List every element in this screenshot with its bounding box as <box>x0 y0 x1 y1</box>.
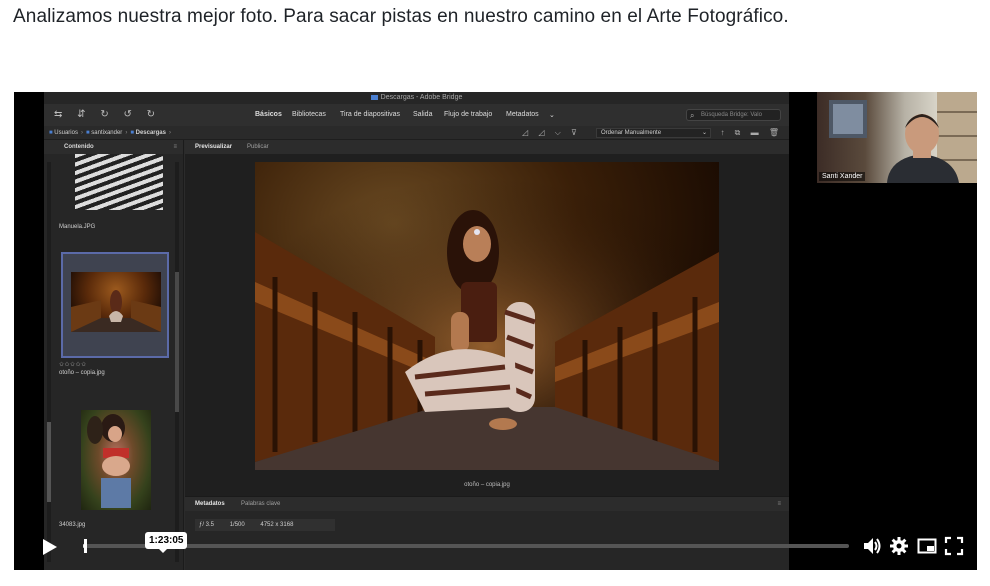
play-icon <box>43 539 57 555</box>
fullscreen-button[interactable] <box>944 536 964 556</box>
fullscreen-icon <box>944 536 964 556</box>
search-placeholder: Búsqueda Bridge: Valo <box>701 112 762 118</box>
search-icon: ⌕ <box>690 111 695 120</box>
tab-previsualizar[interactable]: Previsualizar <box>195 140 232 154</box>
thumbnail-image <box>71 272 161 332</box>
play-button[interactable] <box>40 538 58 556</box>
pip-button[interactable] <box>917 536 937 556</box>
settings-button[interactable] <box>889 536 909 556</box>
picture-in-picture-icon <box>917 538 937 554</box>
tab-metadatos[interactable]: Metadatos <box>195 497 225 511</box>
workspace-tab-salida[interactable]: Salida <box>413 111 432 118</box>
toolbar-right-icons[interactable]: ↑ ⧉ ▬ 🗑 <box>720 126 783 140</box>
video-player[interactable]: Descargas - Adobe Bridge ⇆ ⇵ ↻ ↺ ↻ Básic… <box>14 92 977 570</box>
tab-palabras-clave[interactable]: Palabras clave <box>241 497 280 511</box>
folder-icon: ■ <box>85 130 90 136</box>
breadcrumb-item[interactable]: santixander <box>91 130 122 136</box>
bridge-search-input[interactable]: ⌕ Búsqueda Bridge: Valo <box>686 109 781 121</box>
webcam-name-label: Santi Xander <box>819 172 866 181</box>
bridge-titlebar: Descargas - Adobe Bridge <box>44 92 789 104</box>
breadcrumb-item[interactable]: Usuarios <box>54 130 78 136</box>
workspace-tab-basicos[interactable]: Básicos <box>255 111 282 118</box>
thumbnail-label: Manuela.JPG <box>59 224 96 230</box>
folder-icon: ■ <box>49 130 53 136</box>
seek-bar[interactable]: 1:23:05 <box>83 532 849 553</box>
workspace-tab-flujo[interactable]: Flujo de trabajo <box>444 111 492 118</box>
preview-caption: otoño – copia.jpg <box>464 482 510 488</box>
workspace-tab-metadatos[interactable]: Metadatos <box>506 111 539 118</box>
thumbnail-card[interactable] <box>61 410 169 514</box>
window-title: Descargas - Adobe Bridge <box>380 94 463 101</box>
player-controls: 1:23:05 <box>14 528 977 570</box>
workspace-tab-tira[interactable]: Tira de diapositivas <box>340 111 400 118</box>
page-title: Analizamos nuestra mejor foto. Para saca… <box>13 6 789 27</box>
bridge-window: Descargas - Adobe Bridge ⇆ ⇵ ↻ ↺ ↻ Básic… <box>44 92 789 570</box>
rating-stars[interactable]: ✩✩✩✩✩ <box>59 361 87 368</box>
thumbnail-image <box>75 154 163 210</box>
toolbar-icons[interactable]: ⇆ ⇵ ↻ ↺ ↻ <box>54 109 161 120</box>
workspace-tab-bibliotecas[interactable]: Bibliotecas <box>292 111 326 118</box>
tab-publicar[interactable]: Publicar <box>247 140 269 154</box>
seek-bar-handle[interactable] <box>84 539 88 553</box>
thumbnail-label: otoño – copia.jpg <box>59 370 105 376</box>
preview-panel: Previsualizar Publicar otoño – copia.jpg… <box>185 140 789 570</box>
time-tooltip: 1:23:05 <box>145 532 188 553</box>
thumbnail-image <box>81 410 151 510</box>
workspace-more-chevron-icon[interactable]: ⌄ <box>549 111 555 119</box>
content-panel: Contenido ≡ Manuela.JPG ✩✩✩✩✩ otoño – co… <box>44 140 184 570</box>
preview-tabs: Previsualizar Publicar <box>185 140 789 154</box>
folder-icon: ■ <box>130 130 134 136</box>
webcam-overlay: Santi Xander <box>817 92 977 183</box>
bridge-toolbar: ⇆ ⇵ ↻ ↺ ↻ Básicos Bibliotecas Tira de di… <box>44 104 789 126</box>
gear-icon <box>890 537 908 555</box>
scrollbar[interactable] <box>47 162 51 562</box>
panel-tab-contenido[interactable]: Contenido ≡ <box>44 140 183 154</box>
panel-menu-icon[interactable]: ≡ <box>173 140 177 154</box>
breadcrumb: ■ Usuarios › ■ santixander › ■ Descargas › ◿ … <box>44 126 789 140</box>
preview-image <box>255 162 719 470</box>
filter-icons[interactable]: ◿ ◿ ⌵ ⊽ <box>522 126 581 140</box>
breadcrumb-item[interactable]: Descargas <box>136 130 166 136</box>
folder-icon <box>370 94 378 100</box>
sort-select[interactable]: Ordenar Manualmente ⌄ <box>596 128 711 138</box>
scrollbar[interactable] <box>175 162 179 562</box>
thumbnail-card[interactable] <box>61 154 169 216</box>
panel-menu-icon[interactable]: ≡ <box>777 497 781 511</box>
volume-button[interactable] <box>862 536 882 556</box>
thumbnail-card-selected[interactable] <box>61 252 169 358</box>
volume-icon <box>864 538 881 554</box>
